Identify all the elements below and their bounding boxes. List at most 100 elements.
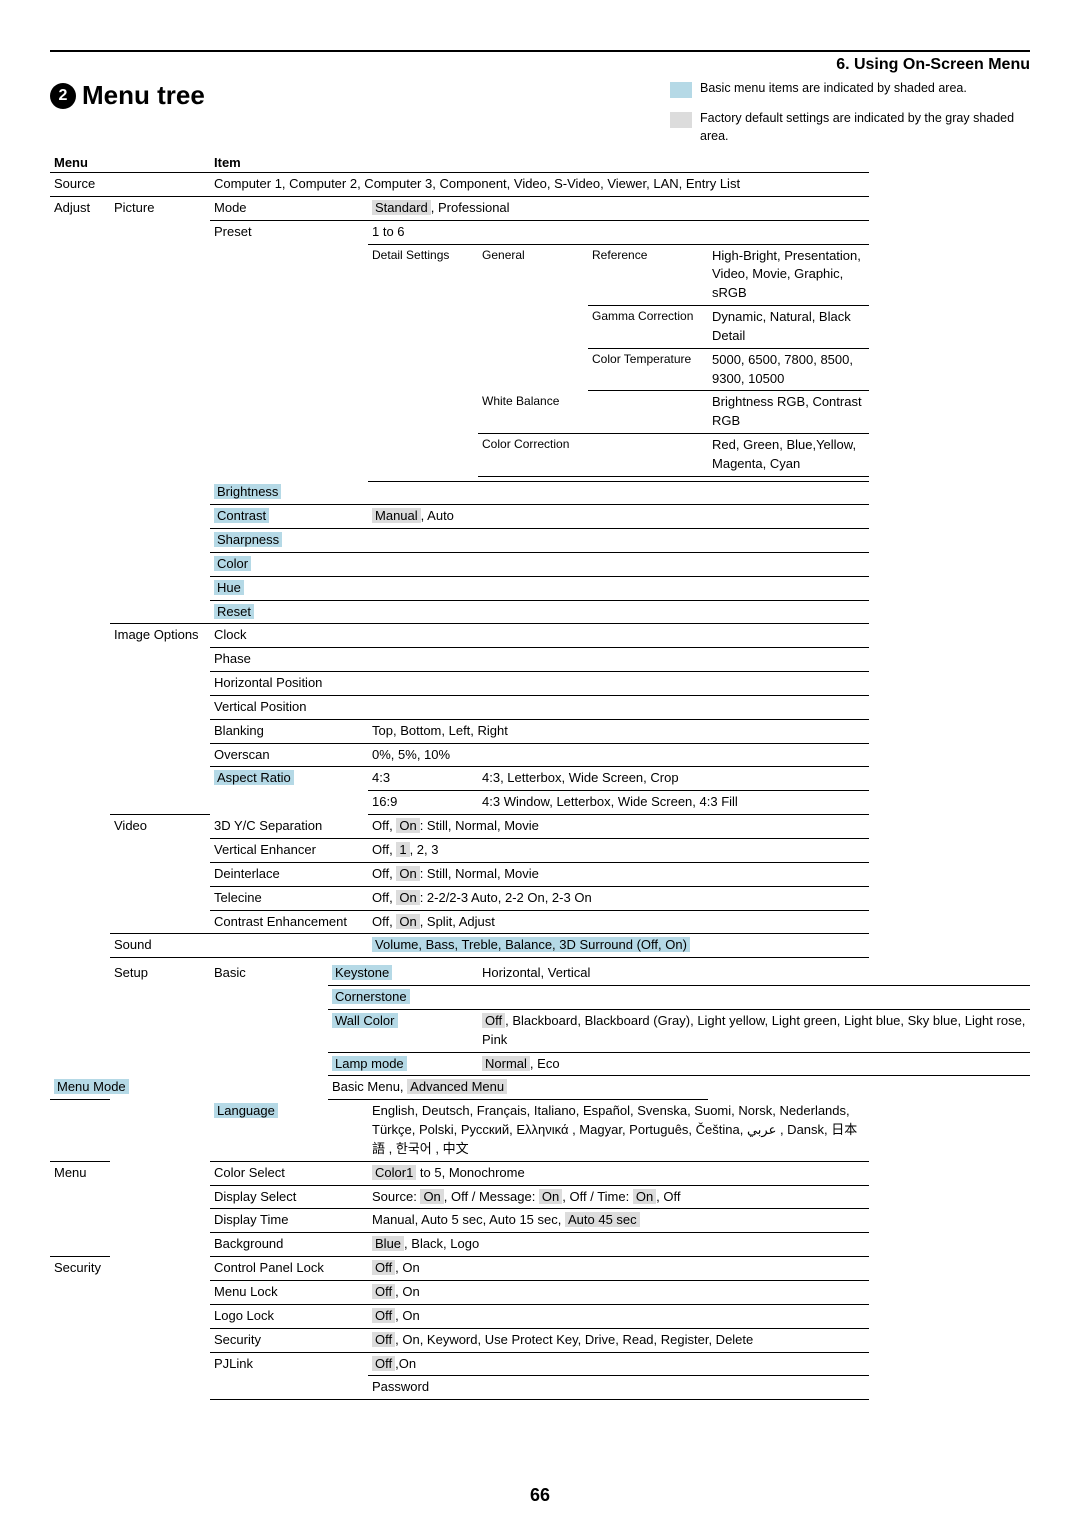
io-blanking: Blanking <box>210 719 368 743</box>
io-aspect-169v: 4:3 Window, Letterbox, Wide Screen, 4:3 … <box>478 791 869 815</box>
th-menu: Menu <box>50 153 210 173</box>
ds-wb: White Balance <box>478 391 708 434</box>
v-sep-vals: Off, On: Still, Normal, Movie <box>368 815 869 839</box>
sec-ll-vals: Off, On <box>368 1304 869 1328</box>
page-title: 2 Menu tree <box>50 80 205 111</box>
ds-reference: Reference <box>588 244 708 306</box>
source-values: Computer 1, Computer 2, Computer 3, Comp… <box>210 173 869 197</box>
legend-default-text: Factory default settings are indicated b… <box>700 110 1030 145</box>
s-keystone-vals: Horizontal, Vertical <box>478 962 1030 985</box>
ds-ct: Color Temperature <box>588 348 708 391</box>
sec-cpl: Control Panel Lock <box>210 1257 368 1281</box>
sub-picture: Picture <box>110 196 210 600</box>
page-number: 66 <box>0 1485 1080 1506</box>
s-lang-vals: English, Deutsch, Français, Italiano, Es… <box>368 1100 869 1162</box>
menu-adjust: Adjust <box>50 196 110 1076</box>
io-clock: Clock <box>210 624 368 648</box>
default-swatch-icon <box>670 112 692 128</box>
top-rule <box>50 50 1030 52</box>
mode-values: Standard, Professional <box>368 196 869 220</box>
io-aspect-169: 16:9 <box>368 791 478 815</box>
legend-basic-text: Basic menu items are indicated by shaded… <box>700 80 1030 98</box>
menu-tree-table: Menu Item Source Computer 1, Computer 2,… <box>50 153 1030 1400</box>
s-lamp: Lamp mode <box>328 1052 478 1076</box>
sec-pwd: Password <box>368 1376 869 1400</box>
m-dsel: Display Select <box>210 1185 368 1209</box>
sub-menu-end <box>50 1233 110 1257</box>
io-phase: Phase <box>210 648 368 672</box>
sub-menu: Menu <box>50 1161 110 1233</box>
v-venh-vals: Off, 1, 2, 3 <box>368 838 869 862</box>
m-dtime-vals: Manual, Auto 5 sec, Auto 15 sec, Auto 45… <box>368 1209 869 1233</box>
ds-gamma-vals: Dynamic, Natural, Black Detail <box>708 306 869 349</box>
sec-sec: Security <box>210 1328 368 1352</box>
v-sep: 3D Y/C Separation <box>210 815 368 839</box>
ds-gamma: Gamma Correction <box>588 306 708 349</box>
sec-pj-vals: Off,On <box>368 1352 869 1376</box>
m-csel-vals: Color1 to 5, Monochrome <box>368 1161 869 1185</box>
item-preset: Preset <box>210 220 368 481</box>
preset-value: 1 to 6 <box>368 220 869 244</box>
item-sharpness: Sharpness <box>210 529 368 553</box>
sub-image-options: Image Options <box>110 624 210 791</box>
ds-wb-vals: Brightness RGB, Contrast RGB <box>708 391 869 434</box>
page-title-text: Menu tree <box>82 80 205 111</box>
ds-ct-vals: 5000, 6500, 7800, 8500, 9300, 10500 <box>708 348 869 391</box>
sub-io-end <box>110 791 210 815</box>
sec-pj: PJLink <box>210 1352 368 1376</box>
sec-cpl-vals: Off, On <box>368 1257 869 1281</box>
s-lamp-vals: Normal, Eco <box>478 1052 1030 1076</box>
s-menumode: Menu Mode <box>50 1076 210 1100</box>
s-menumode-vals: Basic Menu, Advanced Menu <box>328 1076 708 1100</box>
menu-setup: Setup <box>110 962 210 1400</box>
item-brightness: Brightness <box>210 481 368 504</box>
sub-video-end <box>110 910 210 934</box>
section-title: 6. Using On-Screen Menu <box>50 56 1030 74</box>
menu-source: Source <box>50 173 210 197</box>
sound-vals: Volume, Bass, Treble, Balance, 3D Surrou… <box>368 934 869 958</box>
io-aspect-43: 4:3 <box>368 767 478 791</box>
sec-ml-vals: Off, On <box>368 1281 869 1305</box>
sec-sec-vals: Off, On, Keyword, Use Protect Key, Drive… <box>368 1328 869 1352</box>
v-tele: Telecine <box>210 886 368 910</box>
s-wall-vals: Off, Blackboard, Blackboard (Gray), Ligh… <box>478 1009 1030 1052</box>
s-lang: Language <box>210 1100 368 1162</box>
ds-cc: Color Correction <box>478 434 708 477</box>
ds-general: General <box>478 244 588 391</box>
item-hue: Hue <box>210 576 368 600</box>
legend: Basic menu items are indicated by shaded… <box>670 80 1030 145</box>
detail-settings: Detail Settings <box>368 244 478 476</box>
io-overscan: Overscan <box>210 743 368 767</box>
ds-reference-vals: High-Bright, Presentation, Video, Movie,… <box>708 244 869 306</box>
m-bg: Background <box>210 1233 368 1257</box>
m-csel: Color Select <box>210 1161 368 1185</box>
s-keystone: Keystone <box>328 962 478 985</box>
v-venh: Vertical Enhancer <box>210 838 368 862</box>
basic-swatch-icon <box>670 82 692 98</box>
sub-security: Security <box>50 1257 110 1400</box>
io-vpos: Vertical Position <box>210 695 368 719</box>
step-number-icon: 2 <box>50 83 76 109</box>
io-blanking-vals: Top, Bottom, Left, Right <box>368 719 869 743</box>
contrast-values: Manual, Auto <box>368 505 869 529</box>
m-dtime: Display Time <box>210 1209 368 1233</box>
sub-basic: Basic <box>210 962 328 1100</box>
s-wall: Wall Color <box>328 1009 478 1052</box>
v-deint-vals: Off, On: Still, Normal, Movie <box>368 862 869 886</box>
item-reset: Reset <box>210 600 368 624</box>
sub-video: Video <box>110 815 210 910</box>
v-tele-vals: Off, On: 2-2/2-3 Auto, 2-2 On, 2-3 On <box>368 886 869 910</box>
io-overscan-vals: 0%, 5%, 10% <box>368 743 869 767</box>
item-color: Color <box>210 552 368 576</box>
io-aspect-43v: 4:3, Letterbox, Wide Screen, Crop <box>478 767 869 791</box>
sub-picture-end <box>110 600 210 624</box>
io-hpos: Horizontal Position <box>210 672 368 696</box>
m-bg-vals: Blue, Black, Logo <box>368 1233 869 1257</box>
sec-ml: Menu Lock <box>210 1281 368 1305</box>
s-corner: Cornerstone <box>328 986 478 1010</box>
m-dsel-vals: Source: On, Off / Message: On, Off / Tim… <box>368 1185 869 1209</box>
item-contrast: Contrast <box>210 505 368 529</box>
sub-sound: Sound <box>110 934 210 958</box>
v-deint: Deinterlace <box>210 862 368 886</box>
v-cenh: Contrast Enhancement <box>210 910 368 934</box>
